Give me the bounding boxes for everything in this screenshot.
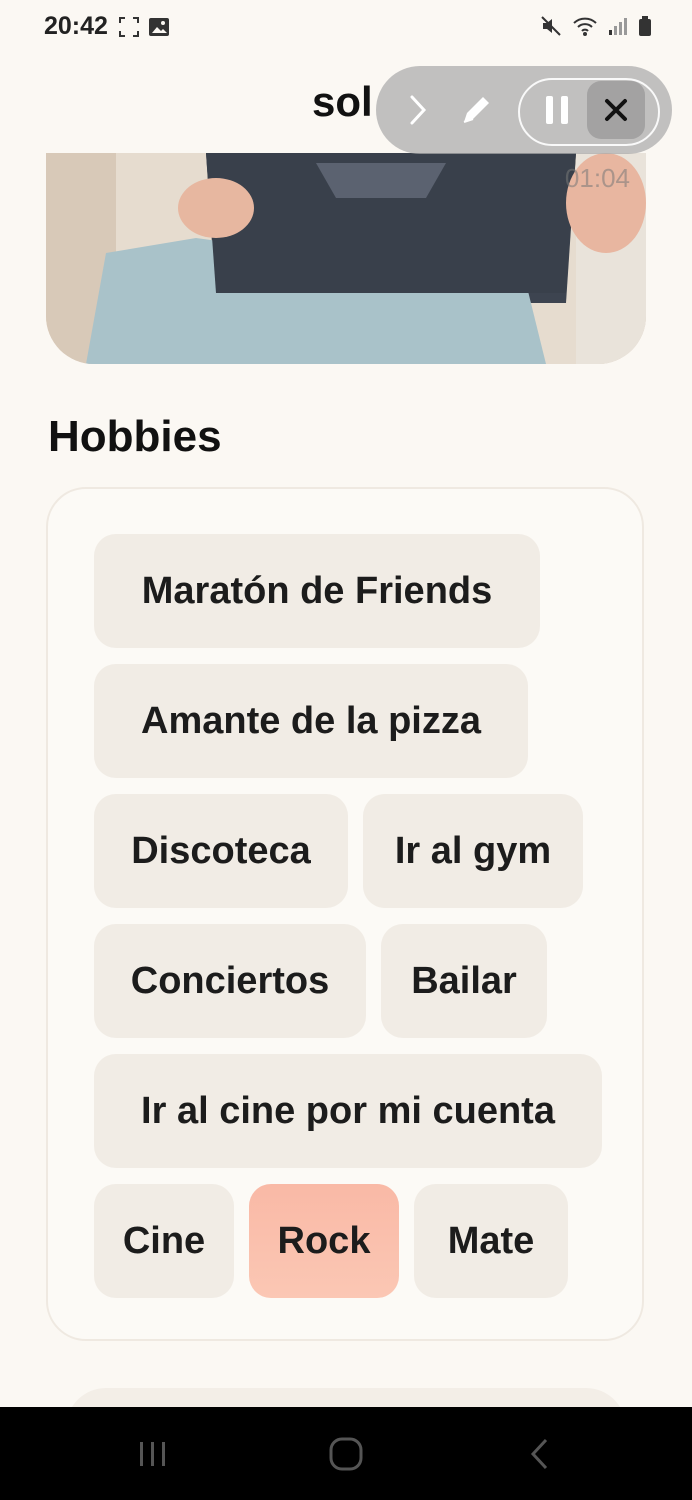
hobby-chip[interactable]: Cine [94, 1184, 234, 1298]
hobbies-title: Hobbies [48, 412, 222, 461]
hobby-chip[interactable]: Maratón de Friends [94, 534, 540, 648]
hobby-chip-label: Rock [277, 1219, 371, 1262]
home-icon[interactable] [296, 1407, 396, 1500]
page-title: sol [312, 78, 373, 125]
hobby-chip[interactable]: Amante de la pizza [94, 664, 528, 778]
system-nav-bar [0, 1407, 692, 1500]
hobby-chip-label: Ir al cine por mi cuenta [141, 1089, 555, 1132]
signal-icon [608, 15, 628, 41]
pencil-icon[interactable] [448, 66, 504, 154]
hobby-chip-label: Mate [447, 1219, 535, 1262]
hobby-chip-label: Conciertos [130, 959, 330, 1002]
profile-photo[interactable]: 01:04 [46, 153, 646, 364]
chevron-right-icon[interactable] [392, 66, 444, 154]
recording-timer: 01:04 [564, 163, 630, 193]
hobby-chip-label: Ir al gym [394, 829, 552, 872]
gallery-icon [148, 16, 170, 42]
screen-recorder-toolbar [376, 66, 672, 154]
hobby-chip-label: Cine [122, 1219, 206, 1262]
hobby-chip[interactable]: Mate [414, 1184, 568, 1298]
recent-apps-icon[interactable] [103, 1407, 203, 1500]
wifi-icon [572, 15, 598, 41]
screen-record-icon [118, 16, 140, 42]
hobby-chip-label: Discoteca [131, 829, 311, 872]
photo-illustration [46, 153, 646, 364]
hobby-chip-label: Amante de la pizza [141, 699, 481, 742]
hobby-chip[interactable]: Discoteca [94, 794, 348, 908]
mute-icon [540, 15, 562, 41]
status-time: 20:42 [44, 12, 108, 40]
hobby-chip[interactable]: Ir al gym [363, 794, 583, 908]
hobby-chip[interactable]: Ir al cine por mi cuenta [94, 1054, 602, 1168]
pause-icon[interactable] [526, 66, 588, 154]
hobby-chip[interactable]: Bailar [381, 924, 547, 1038]
hobby-chip[interactable]: Conciertos [94, 924, 366, 1038]
battery-icon [638, 15, 652, 41]
hobbies-card: Maratón de Friends Amante de la pizza Di… [46, 487, 644, 1341]
back-icon[interactable] [490, 1407, 590, 1500]
hobby-chip-label: Bailar [411, 959, 517, 1002]
close-icon [587, 81, 645, 139]
hobby-chip-selected[interactable]: Rock [249, 1184, 399, 1298]
close-button[interactable] [584, 66, 648, 154]
status-bar: 20:42 [0, 0, 692, 56]
hobby-chip-label: Maratón de Friends [141, 569, 493, 612]
